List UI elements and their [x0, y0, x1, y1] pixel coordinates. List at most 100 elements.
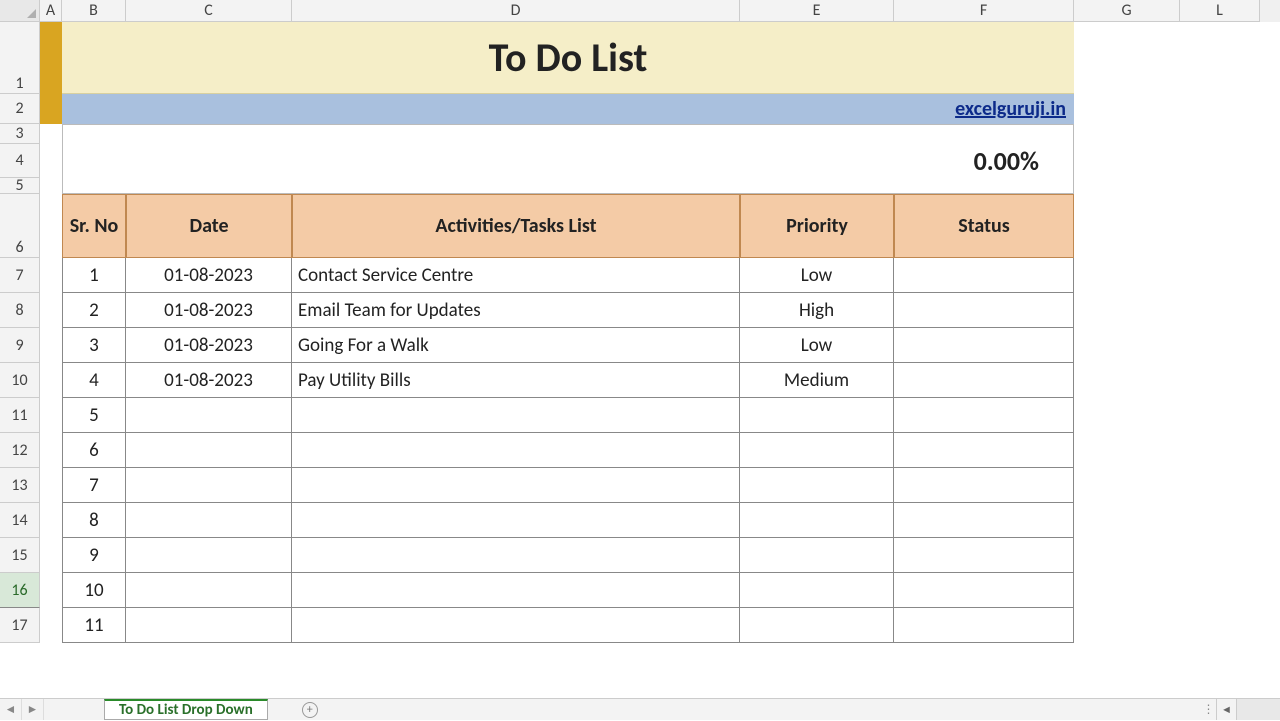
col-header-G[interactable]: G — [1074, 0, 1180, 22]
cell-L5[interactable] — [1180, 178, 1260, 194]
th-status[interactable]: Status — [894, 194, 1074, 258]
cell-status[interactable] — [894, 433, 1074, 468]
cell-priority[interactable]: Low — [740, 258, 894, 293]
col-header-F[interactable]: F — [894, 0, 1074, 22]
tab-nav-next[interactable]: ► — [22, 699, 44, 720]
cell-date[interactable] — [126, 433, 292, 468]
cell-L6[interactable] — [1180, 194, 1260, 258]
row-header-9[interactable]: 9 — [0, 328, 40, 363]
cell-status[interactable] — [894, 363, 1074, 398]
cell-date[interactable] — [126, 398, 292, 433]
cell-A14[interactable] — [40, 503, 62, 538]
cell-srno[interactable]: 1 — [62, 258, 126, 293]
cell-L15[interactable] — [1180, 538, 1260, 573]
cell-L17[interactable] — [1180, 608, 1260, 643]
row-header-16[interactable]: 16 — [0, 573, 40, 608]
row-header-15[interactable]: 15 — [0, 538, 40, 573]
cell-L11[interactable] — [1180, 398, 1260, 433]
cell-priority[interactable] — [740, 503, 894, 538]
cell-L8[interactable] — [1180, 293, 1260, 328]
row-header-4[interactable]: 4 — [0, 144, 40, 178]
cell-srno[interactable]: 8 — [62, 503, 126, 538]
cell-task[interactable] — [292, 573, 740, 608]
cell-priority[interactable] — [740, 538, 894, 573]
cell-srno[interactable]: 4 — [62, 363, 126, 398]
cell-task[interactable]: Contact Service Centre — [292, 258, 740, 293]
th-activities[interactable]: Activities/Tasks List — [292, 194, 740, 258]
cell-status[interactable] — [894, 293, 1074, 328]
cell-L12[interactable] — [1180, 433, 1260, 468]
cell-task[interactable]: Email Team for Updates — [292, 293, 740, 328]
cell-A15[interactable] — [40, 538, 62, 573]
cell-status[interactable] — [894, 538, 1074, 573]
cell-G1[interactable] — [1074, 22, 1180, 94]
cell-G13[interactable] — [1074, 468, 1180, 503]
cell-G11[interactable] — [1074, 398, 1180, 433]
website-link[interactable]: excelguruji.in — [955, 97, 1066, 121]
col-header-B[interactable]: B — [62, 0, 126, 22]
cell-priority[interactable] — [740, 608, 894, 643]
cell-status[interactable] — [894, 398, 1074, 433]
row-header-2[interactable]: 2 — [0, 94, 40, 124]
cell-priority[interactable]: High — [740, 293, 894, 328]
cell-G17[interactable] — [1074, 608, 1180, 643]
cell-srno[interactable]: 11 — [62, 608, 126, 643]
cell-srno[interactable]: 6 — [62, 433, 126, 468]
cell-G9[interactable] — [1074, 328, 1180, 363]
cell-L2[interactable] — [1180, 94, 1260, 124]
col-header-L[interactable]: L — [1180, 0, 1260, 22]
cell-task[interactable] — [292, 503, 740, 538]
cell-L9[interactable] — [1180, 328, 1260, 363]
cell-srno[interactable]: 2 — [62, 293, 126, 328]
cell-G10[interactable] — [1074, 363, 1180, 398]
cell-status[interactable] — [894, 573, 1074, 608]
cell-priority[interactable]: Low — [740, 328, 894, 363]
cell-task[interactable] — [292, 398, 740, 433]
row-header-12[interactable]: 12 — [0, 433, 40, 468]
cell-A16[interactable] — [40, 573, 62, 608]
cell-L13[interactable] — [1180, 468, 1260, 503]
row-header-7[interactable]: 7 — [0, 258, 40, 293]
row-header-14[interactable]: 14 — [0, 503, 40, 538]
cell-L10[interactable] — [1180, 363, 1260, 398]
th-priority[interactable]: Priority — [740, 194, 894, 258]
col-header-E[interactable]: E — [740, 0, 894, 22]
cell-A3[interactable] — [40, 124, 62, 144]
cell-status[interactable] — [894, 503, 1074, 538]
row-header-11[interactable]: 11 — [0, 398, 40, 433]
cell-date[interactable]: 01-08-2023 — [126, 293, 292, 328]
cell-G6[interactable] — [1074, 194, 1180, 258]
cell-srno[interactable]: 9 — [62, 538, 126, 573]
cell-A7[interactable] — [40, 258, 62, 293]
cell-date[interactable] — [126, 573, 292, 608]
cell-srno[interactable]: 7 — [62, 468, 126, 503]
cell-L14[interactable] — [1180, 503, 1260, 538]
cell-date[interactable] — [126, 538, 292, 573]
hscroll-left[interactable]: ◄ — [1216, 699, 1236, 720]
cell-L16[interactable] — [1180, 573, 1260, 608]
col-header-C[interactable]: C — [126, 0, 292, 22]
cell-date[interactable] — [126, 608, 292, 643]
cell-A8[interactable] — [40, 293, 62, 328]
cell-status[interactable] — [894, 468, 1074, 503]
cell-A5[interactable] — [40, 178, 62, 194]
cell-priority[interactable] — [740, 573, 894, 608]
cell-G12[interactable] — [1074, 433, 1180, 468]
cell-task[interactable]: Going For a Walk — [292, 328, 740, 363]
row-header-13[interactable]: 13 — [0, 468, 40, 503]
cell-priority[interactable] — [740, 433, 894, 468]
cell-date[interactable] — [126, 468, 292, 503]
col-header-D[interactable]: D — [292, 0, 740, 22]
cell-priority[interactable] — [740, 398, 894, 433]
cell-task[interactable] — [292, 538, 740, 573]
cell-task[interactable] — [292, 608, 740, 643]
row-header-8[interactable]: 8 — [0, 293, 40, 328]
cell-srno[interactable]: 3 — [62, 328, 126, 363]
cell-date[interactable] — [126, 503, 292, 538]
cell-status[interactable] — [894, 608, 1074, 643]
cell-priority[interactable] — [740, 468, 894, 503]
cell-L1[interactable] — [1180, 22, 1260, 94]
cell-L3[interactable] — [1180, 124, 1260, 144]
cell-G3[interactable] — [1074, 124, 1180, 144]
row-header-1[interactable]: 1 — [0, 22, 40, 94]
